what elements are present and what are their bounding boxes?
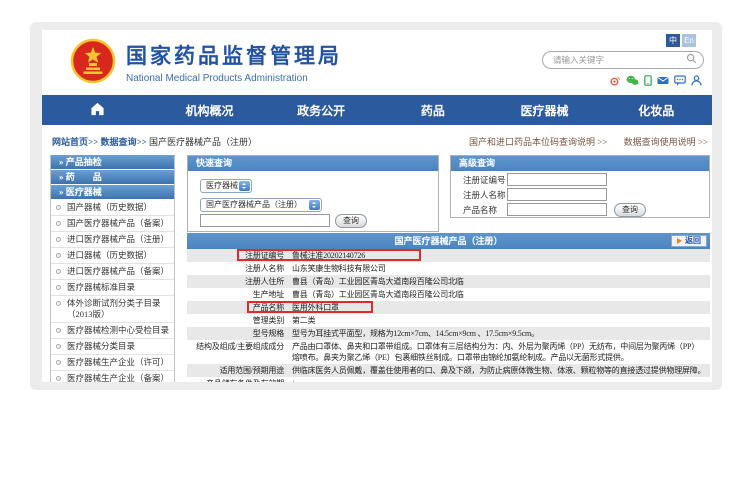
wechat-icon[interactable] [626,75,639,86]
radio-icon [56,344,61,349]
website-window: 国家药品监督管理局 National Medical Products Admi… [42,30,712,382]
table-row-structure-composition: 结构及组成/主要组成成分 产品由口罩体、鼻夹和口罩带组成。口罩体有三层结构分为：… [187,340,710,364]
language-switch: 中 En [666,34,696,47]
sidebar-item-manufacturer-licensed[interactable]: 医疗器械生产企业（许可） [51,355,174,371]
radio-icon [56,237,61,242]
table-row-product-name: 产品名称 医用外科口罩 [187,301,710,314]
quick-search-panel: 快速查询 医疗器械 国产医疗器械产品（注册） 查询 [187,155,439,232]
sidebar-item-testing-center-catalog[interactable]: 医疗器械检测中心受检目录 [51,323,174,339]
detail-title-bar: 国产医疗器械产品（注册） 返回 [187,233,710,249]
search-icon[interactable] [686,51,697,69]
product-name-label: 产品名称 [463,204,497,216]
radio-icon [56,285,61,290]
mail-icon[interactable] [657,75,669,86]
data-query-help-link[interactable]: 数据查询使用说明 >> [624,137,708,147]
nav-item-organization[interactable]: 机构概况 [154,102,266,119]
advanced-search-title: 高级查询 [451,156,709,171]
reg-no-input[interactable] [507,173,607,186]
breadcrumb-home[interactable]: 网站首页>> [52,137,98,147]
table-row-management-category: 管理类别 第二类 [187,314,710,327]
nav-item-drugs[interactable]: 药品 [377,102,489,119]
radio-icon [56,253,61,258]
select-stepper-icon [309,200,320,210]
social-links [609,75,702,86]
lang-cn-button[interactable]: 中 [666,34,680,47]
site-logo-text: 国家药品监督管理局 National Medical Products Admi… [126,40,342,84]
help-links: 国产和进口药品本位码查询说明 >> 数据查询使用说明 >> [455,135,708,148]
sidebar-section-product-sampling[interactable]: 产品抽检 [51,155,174,170]
sidebar-item-imported-device-filed[interactable]: 进口医疗器械产品（备案） [51,264,174,280]
registrant-name-input[interactable] [507,188,607,201]
detail-title: 国产医疗器械产品（注册） [394,236,502,246]
table-row-registrant-name: 注册人名称 山东笑康生物科技有限公司 [187,262,710,275]
nav-item-cosmetics[interactable]: 化妆品 [600,102,712,119]
back-arrow-icon [677,238,682,244]
radio-icon [56,376,61,381]
advanced-search-button[interactable]: 查询 [614,203,646,217]
screenshot-panel: 国家药品监督管理局 National Medical Products Admi… [30,22,722,390]
home-icon [90,102,105,119]
lang-en-button[interactable]: En [682,34,696,47]
nav-item-gov-affairs[interactable]: 政务公开 [265,102,377,119]
quick-search-title: 快速查询 [188,156,438,171]
radio-icon [56,301,61,306]
sidebar-item-device-standards-catalog[interactable]: 医疗器械标准目录 [51,280,174,296]
breadcrumb-bar: 网站首页>> 数据查询>> 国产医疗器械产品（注册） 国产和进口药品本位码查询说… [42,125,712,155]
table-row-model-spec: 型号规格 型号为耳挂式平面型，规格为12cm×7cm、14.5cm×9cm 、1… [187,327,710,340]
main-nav: 机构概况 政务公开 药品 医疗器械 化妆品 [42,95,712,125]
user-icon[interactable] [691,75,702,86]
radio-icon [56,221,61,226]
sidebar-item-ivd-classification-catalog[interactable]: 体外诊断试剂分类子目录（2013版） [51,296,174,323]
barcode-query-help-link[interactable]: 国产和进口药品本位码查询说明 >> [469,137,607,147]
category-select[interactable]: 医疗器械 [200,179,252,193]
site-search [542,51,704,69]
national-emblem-icon [70,38,116,89]
sidebar-item-domestic-device-filed[interactable]: 国产医疗器械产品（备案） [51,216,174,232]
table-row-storage-validity: 产品储存条件及有效期 / [187,377,710,382]
quick-keyword-input[interactable] [200,214,330,227]
mobile-icon[interactable] [644,75,652,86]
subcategory-select[interactable]: 国产医疗器械产品（注册） [200,198,322,212]
table-row-intended-use: 适用范围/预期用途 供临床医务人员佩戴，覆盖住使用者的口、鼻及下颌，为防止病原体… [187,364,710,377]
sidebar-item-imported-device-registered[interactable]: 进口医疗器械产品（注册） [51,232,174,248]
table-row-registrant-address: 注册人住所 曹县（青岛）工业园区青岛大道南段百隆公司北临 [187,275,710,288]
sidebar: 产品抽检 药 品 医疗器械 国产医疗器械产品（注册） 国产器械（历史数据） 国产… [50,155,175,382]
nav-item-medical-devices[interactable]: 医疗器械 [489,102,601,119]
search-input[interactable] [543,55,686,65]
nav-home[interactable] [42,102,154,119]
sidebar-item-device-classification-catalog[interactable]: 医疗器械分类目录 [51,339,174,355]
site-title: 国家药品监督管理局 [126,40,342,70]
site-subtitle: National Medical Products Administration [126,73,342,84]
advanced-search-panel: 高级查询 注册证编号 注册人名称 产品名称 查询 [450,155,710,218]
radio-icon [56,269,61,274]
sidebar-item-imported-device-history[interactable]: 进口器械（历史数据） [51,248,174,264]
sidebar-item-manufacturer-filed[interactable]: 医疗器械生产企业（备案） [51,371,174,382]
quick-search-button[interactable]: 查询 [335,214,367,228]
reg-no-label: 注册证编号 [463,174,506,186]
sidebar-item-domestic-device-history[interactable]: 国产器械（历史数据） [51,200,174,216]
breadcrumb-current: 国产医疗器械产品（注册） [149,137,257,147]
message-icon[interactable] [674,75,686,86]
detail-panel: 国产医疗器械产品（注册） 返回 注册证编号 鲁械注准20202140726 注册… [187,233,710,382]
select-stepper-icon [239,181,250,191]
radio-icon [56,360,61,365]
weibo-icon[interactable] [609,75,621,86]
product-name-input[interactable] [507,203,607,216]
breadcrumb-data-query[interactable]: 数据查询>> [101,137,147,147]
table-row-production-address: 生产地址 曹县（青岛）工业园区青岛大道南段百隆公司北临 [187,288,710,301]
radio-icon [56,328,61,333]
radio-icon [56,205,61,210]
sidebar-section-drugs[interactable]: 药 品 [51,170,174,185]
registrant-name-label: 注册人名称 [463,189,506,201]
sidebar-section-medical-devices[interactable]: 医疗器械 [51,185,174,200]
breadcrumb: 网站首页>> 数据查询>> 国产医疗器械产品（注册） [52,135,257,148]
site-header: 国家药品监督管理局 National Medical Products Admi… [42,30,712,95]
table-row-registration-no: 注册证编号 鲁械注准20202140726 [187,249,710,262]
back-button[interactable]: 返回 [671,235,707,247]
